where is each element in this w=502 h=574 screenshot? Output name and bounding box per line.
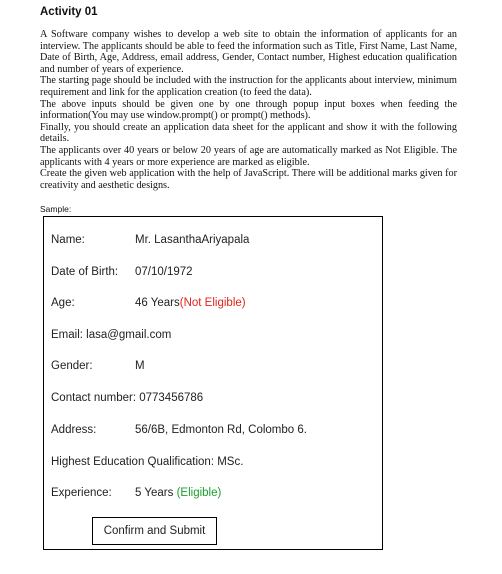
instruction-paragraph: The applicants over 40 years or below 20…: [40, 144, 457, 168]
instruction-paragraph: The above inputs should be given one by …: [40, 98, 457, 122]
dob-value: 07/10/1972: [135, 266, 193, 278]
experience-status: (Eligible): [176, 487, 222, 499]
instructions-text: A Software company wishes to develop a w…: [40, 29, 457, 191]
application-data-sheet: Name: Mr. LasanthaAriyapala Date of Birt…: [43, 216, 383, 550]
contact-row: Contact number: 0773456786: [51, 392, 204, 404]
age-value-group: 46 Years(Not Eligible): [135, 297, 246, 309]
address-label: Address:: [51, 424, 97, 436]
address-value: 56/6B, Edmonton Rd, Colombo 6.: [135, 424, 307, 436]
instruction-paragraph: Finally, you should create an applicatio…: [40, 121, 457, 145]
name-value: Mr. LasanthaAriyapala: [135, 234, 250, 246]
instruction-paragraph: The starting page should be included wit…: [40, 75, 457, 98]
experience-label: Experience:: [51, 487, 112, 499]
experience-value-group: 5 Years (Eligible): [135, 487, 221, 499]
confirm-submit-button[interactable]: Confirm and Submit: [92, 517, 217, 545]
age-row: Age: 46 Years(Not Eligible): [51, 297, 246, 309]
gender-label: Gender:: [51, 360, 93, 372]
gender-value: M: [135, 360, 145, 372]
gender-row: Gender: M: [51, 360, 145, 372]
experience-row: Experience: 5 Years (Eligible): [51, 487, 221, 499]
instruction-paragraph: Create the given web application with th…: [40, 168, 457, 191]
dob-row: Date of Birth: 07/10/1972: [51, 266, 193, 278]
dob-label: Date of Birth:: [51, 266, 119, 278]
age-status: (Not Eligible): [179, 297, 246, 309]
age-value: 46 Years: [135, 297, 180, 309]
sample-label: Sample:: [40, 204, 72, 214]
experience-value: 5 Years: [135, 487, 174, 499]
instruction-paragraph: A Software company wishes to develop a w…: [40, 29, 457, 75]
age-label: Age:: [51, 297, 75, 309]
activity-title: Activity 01: [40, 6, 98, 18]
name-label: Name:: [51, 234, 85, 246]
email-row: Email: lasa@gmail.com: [51, 329, 172, 341]
address-row: Address: 56/6B, Edmonton Rd, Colombo 6.: [51, 424, 307, 436]
qualification-row: Highest Education Qualification: MSc.: [51, 456, 244, 468]
name-row: Name: Mr. LasanthaAriyapala: [51, 234, 249, 246]
